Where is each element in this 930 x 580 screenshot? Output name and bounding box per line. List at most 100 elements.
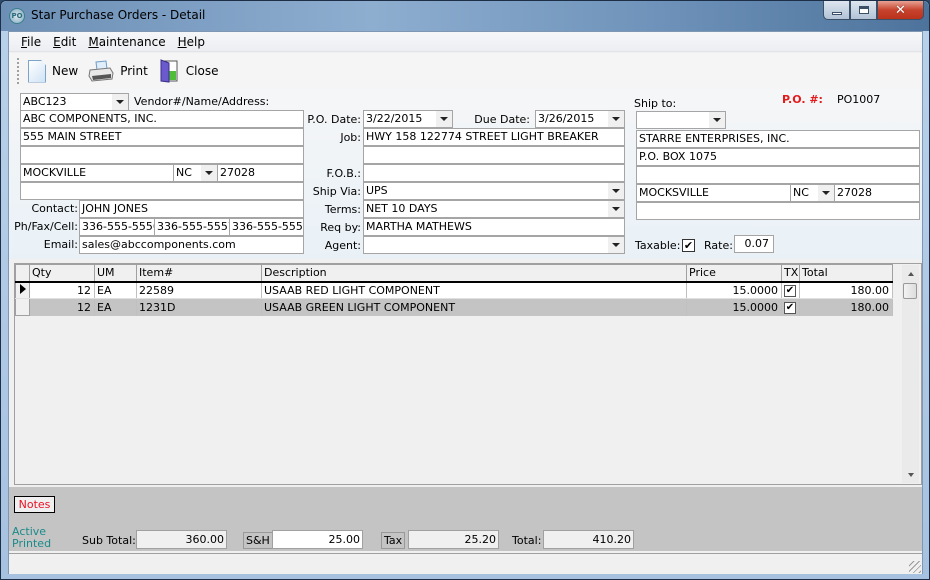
- status-printed: Printed: [12, 537, 52, 550]
- contact-field[interactable]: JOHN JONES: [79, 200, 304, 218]
- due-date-value: 3/26/2015: [538, 112, 595, 125]
- maximize-button[interactable]: [850, 1, 877, 20]
- chevron-down-icon[interactable]: [112, 94, 128, 110]
- chevron-down-icon[interactable]: [608, 237, 624, 253]
- print-label: Print: [120, 64, 148, 78]
- column-header-qty[interactable]: Qty: [29, 264, 95, 283]
- cell-um[interactable]: EA: [94, 298, 137, 316]
- chevron-down-icon[interactable]: [608, 183, 624, 199]
- chevron-down-icon[interactable]: [608, 201, 624, 217]
- resize-grip-icon[interactable]: [909, 561, 921, 573]
- vendor-state-combo[interactable]: NC: [173, 164, 218, 182]
- vendor-state-value: NC: [176, 166, 192, 179]
- chevron-down-icon[interactable]: [709, 112, 725, 128]
- total-label: Total:: [512, 534, 542, 547]
- taxable-checkbox[interactable]: ✔: [682, 239, 695, 252]
- notes-button[interactable]: Notes: [14, 496, 55, 513]
- vendor-name-field[interactable]: ABC COMPONENTS, INC.: [20, 110, 304, 128]
- ship-via-combo[interactable]: UPS: [363, 182, 625, 200]
- toolbar-grip[interactable]: [17, 58, 20, 84]
- menu-maintenance[interactable]: Maintenance: [82, 35, 171, 49]
- column-header-description[interactable]: Description: [261, 264, 687, 283]
- scroll-thumb[interactable]: [903, 283, 917, 299]
- column-header-total[interactable]: Total: [799, 264, 893, 283]
- job-label: Job:: [340, 131, 361, 144]
- cell-description[interactable]: USAAB RED LIGHT COMPONENT: [261, 281, 687, 299]
- ship-to-city-field[interactable]: MOCKSVILLE: [636, 184, 791, 202]
- cell-item[interactable]: 1231D: [136, 298, 262, 316]
- menu-file[interactable]: File: [15, 35, 47, 49]
- fax-field[interactable]: 336-555-5557: [154, 218, 230, 236]
- cell-tx[interactable]: ✔: [781, 298, 800, 316]
- chevron-down-icon[interactable]: [201, 165, 217, 181]
- cell-field[interactable]: 336-555-5558: [229, 218, 304, 236]
- cell-item[interactable]: 22589: [136, 281, 262, 299]
- job-line2-field[interactable]: [363, 146, 625, 164]
- vendor-address1-field[interactable]: 555 MAIN STREET: [20, 128, 304, 146]
- cell-qty[interactable]: 12: [29, 298, 95, 316]
- minimize-button[interactable]: [823, 1, 850, 20]
- new-label: New: [52, 64, 79, 78]
- ship-to-zip-field[interactable]: 27028: [834, 184, 920, 202]
- ship-to-address1-field[interactable]: P.O. BOX 1075: [636, 148, 920, 166]
- scroll-up-arrow-icon[interactable]: [902, 265, 919, 282]
- chevron-down-icon[interactable]: [608, 111, 624, 127]
- vendor-zip-field[interactable]: 27028: [217, 164, 304, 182]
- ship-to-state-combo[interactable]: NC: [790, 184, 835, 202]
- email-label: Email:: [43, 238, 78, 251]
- menu-accel: E: [53, 34, 61, 49]
- tx-checkbox[interactable]: ✔: [784, 285, 796, 298]
- column-header-tx[interactable]: TX: [781, 264, 800, 283]
- row-header-corner: [15, 264, 30, 283]
- cell-total[interactable]: 180.00: [799, 281, 893, 299]
- close-window-button[interactable]: ✕: [877, 1, 924, 20]
- vendor-city-field[interactable]: MOCKVILLE: [20, 164, 174, 182]
- rate-field[interactable]: 0.07: [734, 235, 774, 253]
- close-button[interactable]: Close: [158, 59, 219, 83]
- email-field[interactable]: sales@abccomponents.com: [79, 236, 304, 254]
- column-header-price[interactable]: Price: [686, 264, 782, 283]
- job-field[interactable]: HWY 158 122774 STREET LIGHT BREAKER: [363, 128, 625, 146]
- ship-to-selector-combo[interactable]: [636, 111, 726, 129]
- cell-price[interactable]: 15.0000: [686, 298, 782, 316]
- due-date-picker[interactable]: 3/26/2015: [535, 110, 625, 128]
- chevron-down-icon[interactable]: [818, 185, 834, 201]
- close-label: Close: [185, 64, 219, 78]
- fob-field[interactable]: [363, 164, 625, 182]
- table-row[interactable]: 12 EA 1231D USAAB GREEN LIGHT COMPONENT …: [15, 298, 893, 316]
- vendor-address3-field[interactable]: [20, 182, 304, 200]
- vendor-number-combo[interactable]: ABC123: [20, 93, 129, 111]
- sh-field[interactable]: 25.00: [272, 530, 363, 549]
- table-row[interactable]: 12 EA 22589 USAAB RED LIGHT COMPONENT 15…: [15, 281, 893, 299]
- cell-qty[interactable]: 12: [29, 281, 95, 299]
- cell-um[interactable]: EA: [94, 281, 137, 299]
- column-header-um[interactable]: UM: [94, 264, 137, 283]
- req-by-field[interactable]: MARTHA MATHEWS: [363, 218, 625, 236]
- cell-tx[interactable]: ✔: [781, 281, 800, 299]
- terms-combo[interactable]: NET 10 DAYS: [363, 200, 625, 218]
- title-bar: PO Star Purchase Orders - Detail ✕: [1, 1, 929, 31]
- print-button[interactable]: Print: [88, 60, 148, 82]
- row-selector[interactable]: [15, 298, 30, 316]
- phone-field[interactable]: 336-555-5556: [79, 218, 155, 236]
- chevron-down-icon[interactable]: [436, 111, 452, 127]
- ship-to-address3-field[interactable]: [636, 202, 920, 220]
- ship-via-label: Ship Via:: [312, 185, 361, 198]
- cell-description[interactable]: USAAB GREEN LIGHT COMPONENT: [261, 298, 687, 316]
- po-date-picker[interactable]: 3/22/2015: [363, 110, 453, 128]
- menu-help[interactable]: Help: [172, 35, 211, 49]
- new-button[interactable]: New: [28, 59, 79, 83]
- vendor-address2-field[interactable]: [20, 146, 304, 164]
- row-selector[interactable]: [15, 281, 30, 299]
- menu-edit[interactable]: Edit: [47, 35, 82, 49]
- cell-total[interactable]: 180.00: [799, 298, 893, 316]
- cell-price[interactable]: 15.0000: [686, 281, 782, 299]
- grid-vertical-scrollbar[interactable]: [902, 265, 919, 483]
- scroll-down-arrow-icon[interactable]: [902, 466, 919, 483]
- tx-checkbox[interactable]: ✔: [784, 302, 796, 315]
- po-date-value: 3/22/2015: [366, 112, 423, 125]
- ship-to-name-field[interactable]: STARRE ENTERPRISES, INC.: [636, 130, 920, 148]
- agent-combo[interactable]: [363, 236, 625, 254]
- column-header-item[interactable]: Item#: [136, 264, 262, 283]
- ship-to-address2-field[interactable]: [636, 166, 920, 184]
